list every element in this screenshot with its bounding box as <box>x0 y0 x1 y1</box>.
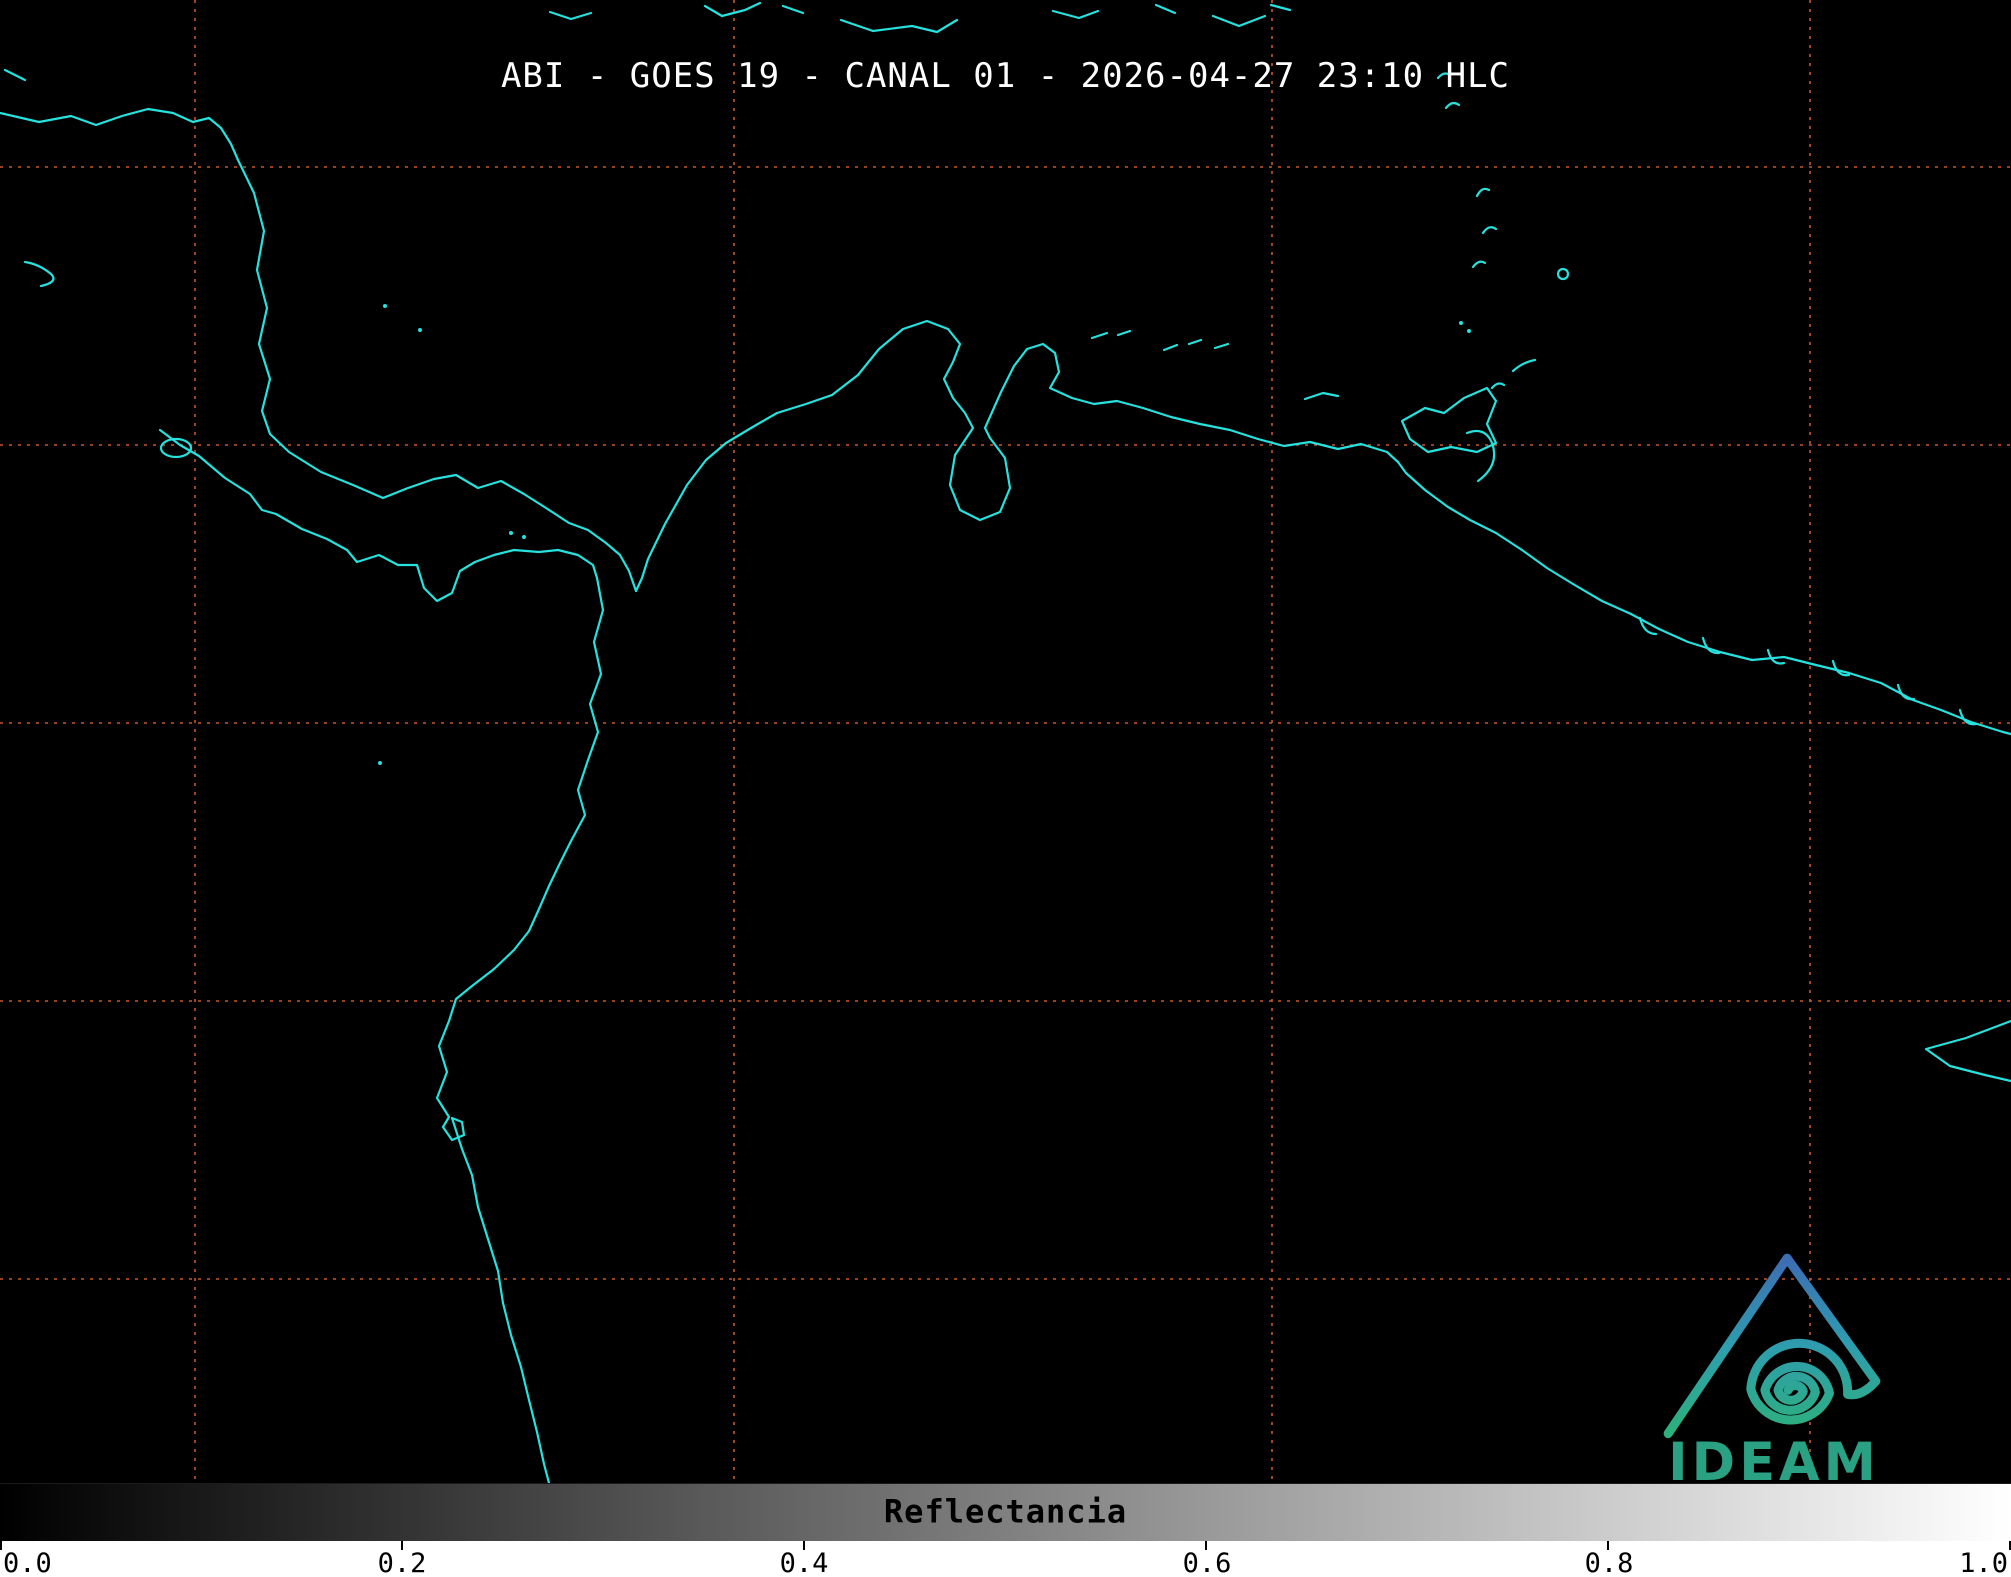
satellite-image-figure: ABI - GOES 19 - CANAL 01 - 2026-04-27 23… <box>0 0 2011 1577</box>
map-area: ABI - GOES 19 - CANAL 01 - 2026-04-27 23… <box>0 0 2011 1483</box>
colorbar-tick-label: 0.6 <box>1183 1548 1232 1577</box>
image-title: ABI - GOES 19 - CANAL 01 - 2026-04-27 23… <box>0 56 2011 96</box>
coastline-abc-islands <box>1092 331 1338 399</box>
coastline-trinidad <box>1402 388 1496 452</box>
coastline-orinoco-delta <box>1467 431 1494 481</box>
colorbar-tick-label: 0.8 <box>1585 1548 1634 1577</box>
colorbar-axis: 0.0 0.2 0.4 0.6 0.8 1.0 <box>0 1541 2011 1577</box>
colorbar-label: Reflectancia <box>0 1492 2011 1530</box>
colorbar-tick-label: 1.0 <box>1959 1548 2008 1577</box>
coastline-pacific <box>160 430 603 1483</box>
logo-text: IDEAM <box>1668 1432 1880 1488</box>
colorbar-tick-label: 0.4 <box>780 1548 829 1577</box>
ideam-logo: IDEAM <box>1648 1236 1900 1488</box>
island-barbados <box>1558 269 1568 279</box>
coastline-fonseca <box>25 262 53 286</box>
tick-mark <box>0 1541 2 1550</box>
colorbar: Reflectancia <box>0 1483 2011 1542</box>
coastline-antilles <box>1438 74 1535 388</box>
coastline-right-fragment <box>1926 1021 2011 1081</box>
colorbar-tick-label: 0.0 <box>3 1548 52 1577</box>
colorbar-tick-label: 0.2 <box>378 1548 427 1577</box>
small-islets <box>378 304 1471 765</box>
coastline-caribbean <box>0 109 2011 734</box>
coastline-estuaries <box>1640 618 1976 724</box>
logo-mountain-spiral <box>1668 1258 1876 1433</box>
